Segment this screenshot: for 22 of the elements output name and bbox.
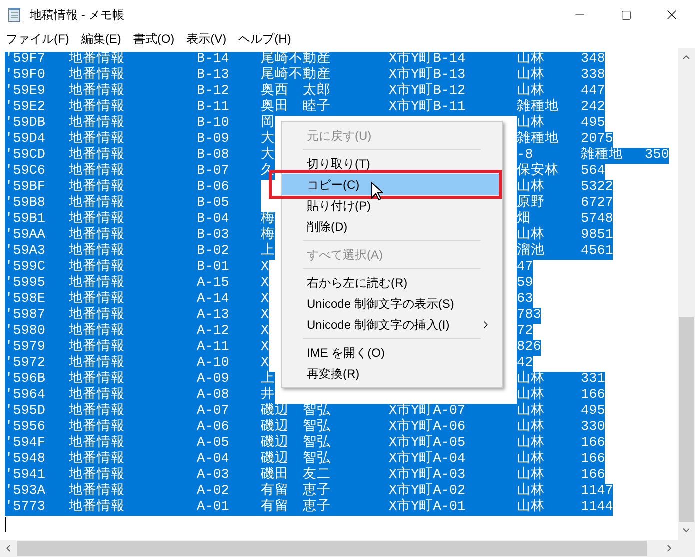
menu-bar-item[interactable]: ヘルプ(H) — [238, 30, 292, 48]
text-caret — [5, 516, 6, 532]
horizontal-scroll-thumb[interactable] — [17, 541, 647, 556]
maximize-icon[interactable] — [620, 10, 632, 20]
notepad-icon — [8, 7, 22, 23]
menu-bar-item[interactable]: 編集(E) — [81, 30, 122, 48]
scroll-thumb[interactable] — [679, 317, 694, 522]
menu-item[interactable]: 切り取り(T) — [282, 153, 502, 174]
menu-item[interactable]: 貼り付け(P) — [282, 195, 502, 216]
menu-item[interactable]: IME を開く(O) — [282, 342, 502, 363]
menu-bar-item[interactable]: 書式(O) — [133, 30, 175, 48]
menu-bar-item[interactable]: ファイル(F) — [6, 30, 70, 48]
menu-item[interactable]: 削除(D) — [282, 216, 502, 237]
menu-item[interactable]: 右から左に読む(R) — [282, 272, 502, 293]
menu-item[interactable]: コピー(C) — [282, 174, 502, 195]
window-title: 地積情報 - メモ帳 — [30, 7, 125, 24]
menu-bar-item[interactable]: 表示(V) — [186, 30, 227, 48]
menu-item[interactable]: Unicode 制御文字の表示(S) — [282, 293, 502, 314]
menu-item[interactable]: Unicode 制御文字の挿入(I) — [282, 314, 502, 335]
mouse-pointer-icon — [371, 182, 383, 201]
menu-item[interactable]: 再変換(R) — [282, 363, 502, 384]
vertical-scrollbar[interactable] — [678, 48, 695, 540]
